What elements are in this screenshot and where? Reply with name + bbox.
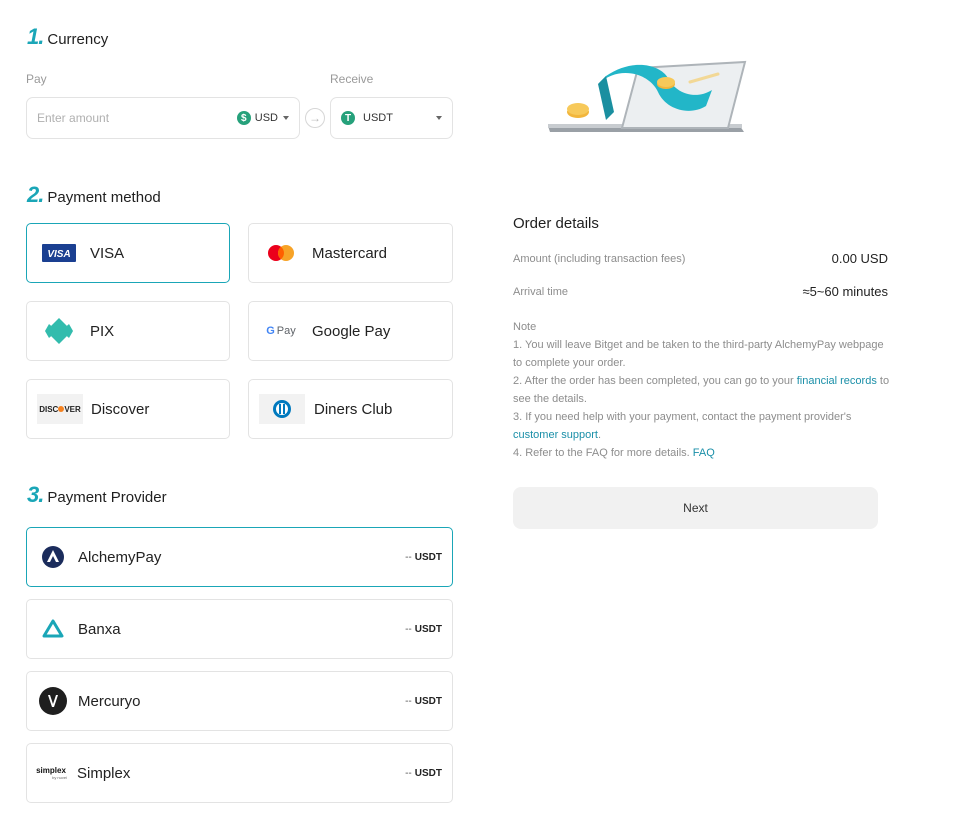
pay-currency-select[interactable]: $ USD xyxy=(236,111,289,125)
amount-input[interactable] xyxy=(37,111,237,125)
section-title-text: Payment Provider xyxy=(47,489,167,506)
pay-label: Pay xyxy=(26,72,47,86)
discover-logo-tail: VER xyxy=(64,404,81,414)
provider-option-mercuryo[interactable]: Mercuryo -- USDT xyxy=(26,671,453,731)
section-title-text: Payment method xyxy=(47,189,161,206)
provider-rate: -- USDT xyxy=(405,624,442,635)
discover-logo-text: DISC xyxy=(39,404,59,414)
tether-coin-icon: T xyxy=(341,111,355,125)
rate-currency: USDT xyxy=(414,551,442,563)
google-g-letter: G xyxy=(266,325,275,337)
payment-option-label: Diners Club xyxy=(314,400,393,418)
google-pay-icon: G Pay xyxy=(259,317,303,345)
note-item-3: 3. If you need help with your payment, c… xyxy=(513,408,893,444)
rate-value: -- xyxy=(405,767,412,779)
amount-label: Amount (including transaction fees) xyxy=(513,252,686,265)
payment-option-label: Mastercard xyxy=(312,244,388,262)
section-title-text: Currency xyxy=(47,31,109,48)
provider-name: Banxa xyxy=(78,620,121,638)
step-number: 3. xyxy=(27,482,44,507)
provider-rate: -- USDT xyxy=(405,552,442,563)
laptop-payment-illustration: $ xyxy=(540,54,760,140)
payment-option-visa[interactable]: VISA VISA xyxy=(26,223,230,283)
visa-logo-text: VISA xyxy=(47,249,70,260)
payment-option-diners-club[interactable]: Diners Club xyxy=(248,379,453,439)
payment-option-label: Discover xyxy=(91,400,150,418)
step-number: 2. xyxy=(27,182,44,207)
note-text: 2. After the order has been completed, y… xyxy=(513,375,797,387)
pay-field: $ USD xyxy=(26,97,300,139)
note-item-1: 1. You will leave Bitget and be taken to… xyxy=(513,339,884,369)
provider-name: AlchemyPay xyxy=(78,548,162,566)
mastercard-icon xyxy=(259,239,303,267)
note-text: 4. Refer to the FAQ for more details. xyxy=(513,447,693,459)
caret-down-icon xyxy=(283,116,289,120)
note-title: Note xyxy=(513,321,537,333)
provider-option-simplex[interactable]: simplex by nuvei Simplex -- USDT xyxy=(26,743,453,803)
arrival-row: Arrival time ≈5~60 minutes xyxy=(513,284,888,299)
rate-value: -- xyxy=(405,551,412,563)
payment-option-mastercard[interactable]: Mastercard xyxy=(248,223,453,283)
receive-currency-value: USDT xyxy=(363,112,393,124)
payment-provider-section-title: 3. Payment Provider xyxy=(27,482,167,508)
rate-currency: USDT xyxy=(414,767,442,779)
visa-icon: VISA xyxy=(37,239,81,267)
dollar-coin-icon: $ xyxy=(236,111,251,125)
next-button[interactable]: Next xyxy=(513,487,878,529)
provider-rate: -- USDT xyxy=(405,696,442,707)
provider-option-banxa[interactable]: Banxa -- USDT xyxy=(26,599,453,659)
receive-currency-select[interactable]: T USDT xyxy=(330,97,453,139)
payment-method-section-title: 2. Payment method xyxy=(27,182,161,208)
caret-down-icon xyxy=(436,116,442,120)
note-item-2: 2. After the order has been completed, y… xyxy=(513,372,893,408)
discover-icon: DISC VER xyxy=(37,394,83,424)
pix-icon xyxy=(37,317,81,345)
note-item-4: 4. Refer to the FAQ for more details. FA… xyxy=(513,444,893,462)
customer-support-link[interactable]: customer support xyxy=(513,429,598,441)
pay-currency-value: USD xyxy=(254,112,278,124)
note-text: . xyxy=(597,429,602,441)
currency-section-title: 1. Currency xyxy=(27,24,108,50)
payment-option-label: Google Pay xyxy=(312,322,391,340)
payment-option-pix[interactable]: PIX xyxy=(26,301,230,361)
simplex-logo-sub: by nuvei xyxy=(52,774,67,780)
simplex-logo-text: simplex xyxy=(36,765,66,775)
simplex-icon: simplex by nuvei xyxy=(35,759,67,787)
payment-option-discover[interactable]: DISC VER Discover xyxy=(26,379,230,439)
arrival-value: ≈5~60 minutes xyxy=(802,284,888,299)
payment-option-google-pay[interactable]: G Pay Google Pay xyxy=(248,301,453,361)
arrival-label: Arrival time xyxy=(513,285,569,298)
receive-label: Receive xyxy=(330,72,374,86)
note-text: 3. If you need help with your payment, c… xyxy=(513,411,852,423)
rate-currency: USDT xyxy=(414,623,442,635)
rate-currency: USDT xyxy=(414,695,442,707)
provider-name: Simplex xyxy=(77,764,131,782)
order-details-title: Order details xyxy=(513,215,599,232)
alchemypay-icon xyxy=(39,543,67,571)
diners-club-icon xyxy=(259,394,305,424)
svg-text:$: $ xyxy=(610,83,618,99)
amount-value: 0.00 USD xyxy=(831,251,888,266)
provider-option-alchemypay[interactable]: AlchemyPay -- USDT xyxy=(26,527,453,587)
arrow-right-icon: → xyxy=(305,108,325,128)
faq-link[interactable]: FAQ xyxy=(693,447,715,459)
payment-option-label: PIX xyxy=(90,322,115,340)
order-note: Note 1. You will leave Bitget and be tak… xyxy=(513,318,893,462)
provider-name: Mercuryo xyxy=(78,692,141,710)
google-pay-word: Pay xyxy=(276,325,296,337)
payment-option-label: VISA xyxy=(90,244,125,262)
rate-value: -- xyxy=(405,695,412,707)
banxa-icon xyxy=(39,615,67,643)
amount-row: Amount (including transaction fees) 0.00… xyxy=(513,251,888,266)
step-number: 1. xyxy=(27,24,44,49)
rate-value: -- xyxy=(405,623,412,635)
provider-rate: -- USDT xyxy=(405,768,442,779)
mercuryo-icon xyxy=(39,687,67,715)
financial-records-link[interactable]: financial records xyxy=(797,375,877,387)
